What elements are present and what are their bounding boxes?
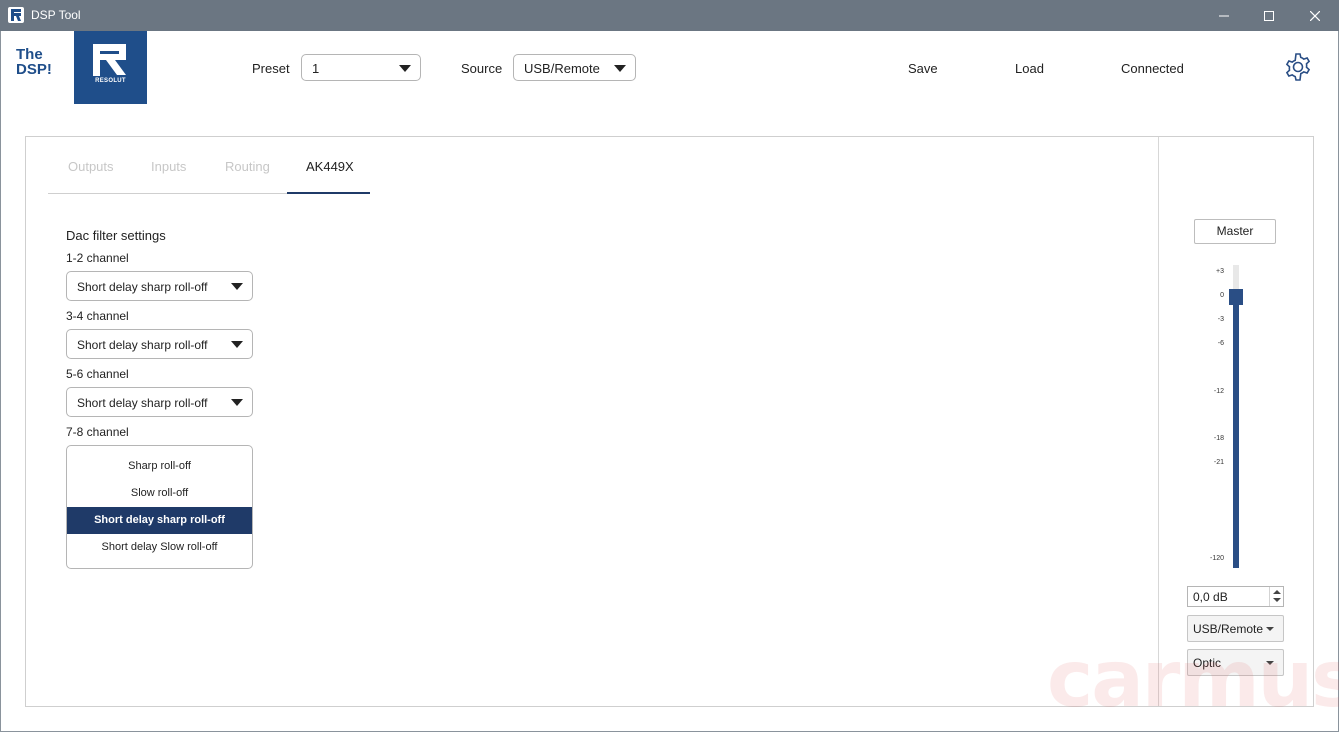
channel-5-6-dropdown[interactable]: Short delay sharp roll-off — [66, 387, 253, 417]
caret-down-icon — [614, 65, 626, 72]
channel-5-6-label: 5-6 channel — [66, 367, 129, 381]
brand-tagline-line1: The — [16, 46, 43, 63]
panel-divider — [1158, 137, 1159, 706]
scale-label: -18 — [1213, 435, 1224, 442]
channel-3-4-value: Short delay sharp roll-off — [77, 338, 208, 352]
dropdown-option[interactable]: Short delay Slow roll-off — [67, 534, 252, 561]
gear-icon[interactable] — [1283, 52, 1313, 82]
minimize-icon[interactable] — [1201, 0, 1247, 31]
channel-7-8-dropdown-list[interactable]: Sharp roll-off Slow roll-off Short delay… — [66, 445, 253, 569]
app-icon — [8, 7, 24, 23]
preset-label: Preset — [252, 61, 290, 76]
master-db-spinbox[interactable]: 0,0 dB — [1187, 586, 1284, 607]
channel-5-6-value: Short delay sharp roll-off — [77, 396, 208, 410]
tab-inputs[interactable]: Inputs — [151, 159, 186, 174]
master-slider-handle[interactable] — [1229, 289, 1243, 305]
maximize-icon[interactable] — [1246, 0, 1292, 31]
close-icon[interactable] — [1292, 0, 1338, 31]
channel-1-2-value: Short delay sharp roll-off — [77, 280, 208, 294]
window-title: DSP Tool — [31, 8, 81, 22]
scale-label: -21 — [1213, 459, 1224, 466]
dropdown-option[interactable]: Sharp roll-off — [67, 453, 252, 480]
caret-down-icon — [1266, 627, 1274, 631]
channel-1-2-dropdown[interactable]: Short delay sharp roll-off — [66, 271, 253, 301]
spin-up-icon[interactable] — [1273, 590, 1281, 594]
caret-down-icon — [231, 399, 243, 406]
scale-label: +3 — [1216, 268, 1224, 275]
caret-down-icon — [399, 65, 411, 72]
tab-routing[interactable]: Routing — [225, 159, 270, 174]
resolut-logo-icon — [93, 44, 126, 76]
source-dropdown[interactable]: USB/Remote — [513, 54, 636, 81]
channel-7-8-label: 7-8 channel — [66, 425, 129, 439]
main-panel — [25, 136, 1314, 707]
scale-label: -3 — [1217, 316, 1224, 323]
spinbox-buttons[interactable] — [1269, 587, 1283, 606]
master-db-value: 0,0 dB — [1193, 590, 1228, 604]
tab-ak449x[interactable]: AK449X — [306, 159, 354, 174]
spin-down-icon[interactable] — [1273, 598, 1281, 602]
title-bar: DSP Tool — [0, 0, 1339, 31]
preset-dropdown[interactable]: 1 — [301, 54, 421, 81]
dac-settings-title: Dac filter settings — [66, 228, 166, 243]
preset-value: 1 — [312, 61, 320, 76]
caret-down-icon — [231, 341, 243, 348]
active-tab-indicator — [287, 192, 370, 194]
scale-label: -120 — [1209, 555, 1224, 562]
save-button[interactable]: Save — [908, 61, 938, 76]
brand-tagline: The DSP! — [16, 47, 52, 77]
source-label: Source — [461, 61, 503, 76]
resolut-logo: RESOLUT — [74, 31, 147, 104]
source-value: USB/Remote — [524, 61, 600, 76]
scale-label: -12 — [1213, 388, 1224, 395]
brand-tagline-line2: DSP! — [16, 61, 52, 78]
dropdown-option-selected[interactable]: Short delay sharp roll-off — [67, 507, 252, 534]
channel-3-4-dropdown[interactable]: Short delay sharp roll-off — [66, 329, 253, 359]
scale-label: -6 — [1217, 340, 1224, 347]
scale-label: 0 — [1220, 292, 1224, 299]
connection-status: Connected — [1121, 61, 1184, 76]
dropdown-option[interactable]: Slow roll-off — [67, 480, 252, 507]
master-slider-fill — [1233, 297, 1239, 568]
logo-text: RESOLUT — [95, 78, 126, 84]
master-button[interactable]: Master — [1194, 219, 1276, 244]
master-source-value: USB/Remote — [1193, 622, 1264, 636]
channel-1-2-label: 1-2 channel — [66, 251, 129, 265]
caret-down-icon — [231, 283, 243, 290]
watermark: carmus — [1047, 635, 1339, 725]
channel-3-4-label: 3-4 channel — [66, 309, 129, 323]
tab-outputs[interactable]: Outputs — [68, 159, 114, 174]
load-button[interactable]: Load — [1015, 61, 1044, 76]
